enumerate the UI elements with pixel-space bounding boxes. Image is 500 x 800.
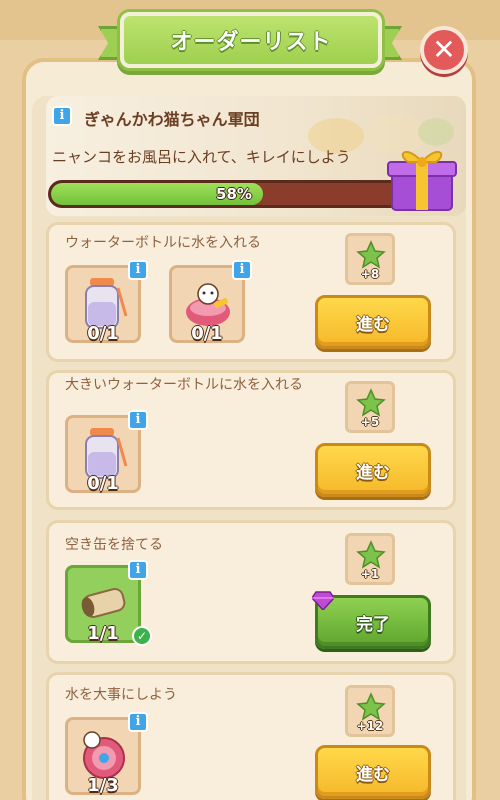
mission-description: ニャンコをお風呂に入れて、キレイにしよう [52,148,351,166]
check-icon: ✓ [132,626,152,646]
progress-label: 58% [216,185,252,203]
task-item[interactable]: 1/1 i ✓ [65,560,152,646]
task-item[interactable]: 1/3 i [65,712,148,796]
reward-badge: +1 [345,533,395,585]
reward-amount: +8 [360,267,380,281]
item-quantity: 1/1 [87,623,119,644]
complete-button-label: 完了 [356,614,390,635]
task-title: 水を大事にしよう [65,687,177,703]
mission-progress-bar: 58% [48,180,420,208]
page-title: オーダーリスト [170,30,332,55]
item-quantity: 0/1 [191,323,223,344]
go-button[interactable]: 進む [315,443,431,497]
reward-badge: +8 [345,233,395,285]
gem-icon [312,591,334,610]
item-info-icon[interactable]: i [232,260,252,280]
task-card: 空き缶を捨てる 1/1 i ✓ +1 完了 [46,520,456,664]
star-leaf-icon [356,540,386,569]
item-quantity: 1/3 [87,775,119,796]
gift-box-icon[interactable] [386,140,458,214]
item-quantity: 0/1 [87,473,119,494]
title-banner: オーダーリスト [120,12,382,68]
task-item[interactable]: 0/1 i [169,260,252,344]
close-button[interactable]: ✕ [420,26,468,74]
item-info-icon[interactable]: i [128,560,148,580]
task-title: 空き缶を捨てる [65,537,163,553]
reward-badge: +5 [345,381,395,433]
go-button-label: 進む [356,764,390,785]
task-item[interactable]: 0/1 i [65,260,148,344]
go-button-label: 進む [356,314,390,335]
task-item[interactable]: 0/1 i [65,410,148,494]
star-leaf-icon [356,692,386,721]
task-card: ウォーターボトルに水を入れる 0/1 i 0/1 i +8 進む [46,222,456,362]
star-leaf-icon [356,388,386,417]
mission-title: ぎゃんかわ猫ちゃん軍団 [84,110,260,129]
task-card: 大きいウォーターボトルに水を入れる 0/1 i +5 進む [46,370,456,510]
go-button[interactable]: 進む [315,745,431,799]
task-title: ウォーターボトルに水を入れる [65,235,261,251]
item-info-icon[interactable]: i [128,712,148,732]
reward-badge: +12 [345,685,395,737]
go-button-label: 進む [356,462,390,483]
reward-amount: +12 [356,719,384,733]
mission-info-icon[interactable]: i [52,106,72,126]
item-quantity: 0/1 [87,323,119,344]
close-icon: ✕ [432,33,456,66]
item-info-icon[interactable]: i [128,410,148,430]
go-button[interactable]: 進む [315,295,431,349]
star-leaf-icon [356,240,386,269]
reward-amount: +1 [360,567,380,581]
task-title: 大きいウォーターボトルに水を入れる [65,377,303,393]
task-card: 水を大事にしよう 1/3 i +12 進む [46,672,456,800]
reward-amount: +5 [360,415,380,429]
item-info-icon[interactable]: i [128,260,148,280]
